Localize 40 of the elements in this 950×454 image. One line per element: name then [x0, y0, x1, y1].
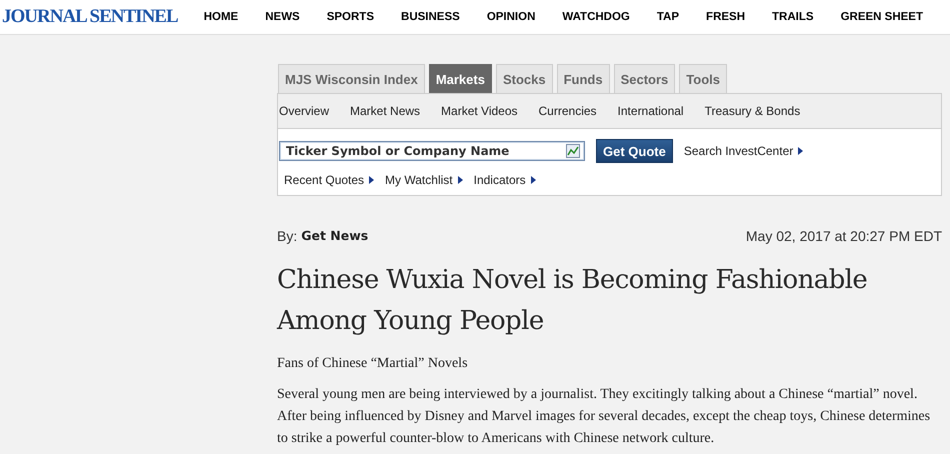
subnav-link[interactable]: International	[618, 104, 684, 118]
nav-link[interactable]: TRAILS	[772, 11, 814, 23]
subnav-link[interactable]: Market News	[350, 104, 420, 118]
article-date: May 02, 2017 at 20:27 PM EDT	[746, 228, 942, 244]
nav-link[interactable]: OPINION	[486, 11, 536, 23]
subnav-link[interactable]: Currencies	[538, 104, 597, 118]
subnav-link[interactable]: Market Videos	[441, 104, 518, 118]
author-name[interactable]: Get News	[301, 228, 368, 244]
nav-link[interactable]: HOME	[204, 11, 238, 23]
article-paragraph: Several young men are being interviewed by a journalist. They excitingly talking about a Chinese “martial” novel. After being influenced by Disney and Marvel images for several decades, except the cheap toys, Chinese determines to strike a powerful counter-blow to Americans with Chinese network culture.	[277, 386, 932, 448]
search-field[interactable]: Ticker Symbol or Company Name	[279, 141, 585, 161]
article-subtitle: Fans of Chinese “Martial” Novels	[277, 356, 469, 372]
nav-link[interactable]: FRESH	[706, 11, 746, 23]
caret-icon	[458, 176, 463, 184]
nav-link[interactable]: SPORTS	[326, 11, 374, 23]
tab[interactable]: Markets	[428, 64, 492, 93]
quote-link[interactable]: My Watchlist	[385, 173, 463, 187]
caret-icon	[798, 147, 804, 155]
chart-icon	[566, 144, 580, 158]
tab[interactable]: Sectors	[614, 64, 676, 93]
tab[interactable]: Stocks	[496, 64, 553, 93]
nav-link[interactable]: WATCHDOG	[562, 11, 630, 23]
subnav-link[interactable]: Overview	[279, 104, 330, 118]
get-quote-button[interactable]: Get Quote	[596, 139, 673, 163]
quote-link[interactable]: Indicators	[474, 173, 536, 187]
search-investcenter-link[interactable]: Search InvestCenter	[684, 144, 804, 158]
nav-link[interactable]: TAP	[656, 11, 680, 23]
caret-icon	[530, 176, 536, 184]
tab[interactable]: Tools	[679, 64, 727, 93]
quote-link[interactable]: Recent Quotes	[284, 173, 374, 187]
nav-link[interactable]: BUSINESS	[401, 11, 460, 23]
site-logo[interactable]: JOURNAL SENTINEL	[2, 6, 182, 28]
byline-label: By:	[277, 228, 298, 244]
caret-icon	[369, 176, 374, 184]
subnav-link[interactable]: Treasury & Bonds	[704, 104, 800, 118]
nav-link[interactable]: GREEN SHEET	[840, 11, 923, 23]
tab[interactable]: Funds	[556, 64, 610, 93]
tab[interactable]: MJS Wisconsin Index	[278, 64, 425, 93]
nav-link[interactable]: NEWS	[265, 11, 300, 23]
article-title: Chinese Wuxia Novel is Becoming Fashionable Among Young People	[277, 264, 868, 338]
